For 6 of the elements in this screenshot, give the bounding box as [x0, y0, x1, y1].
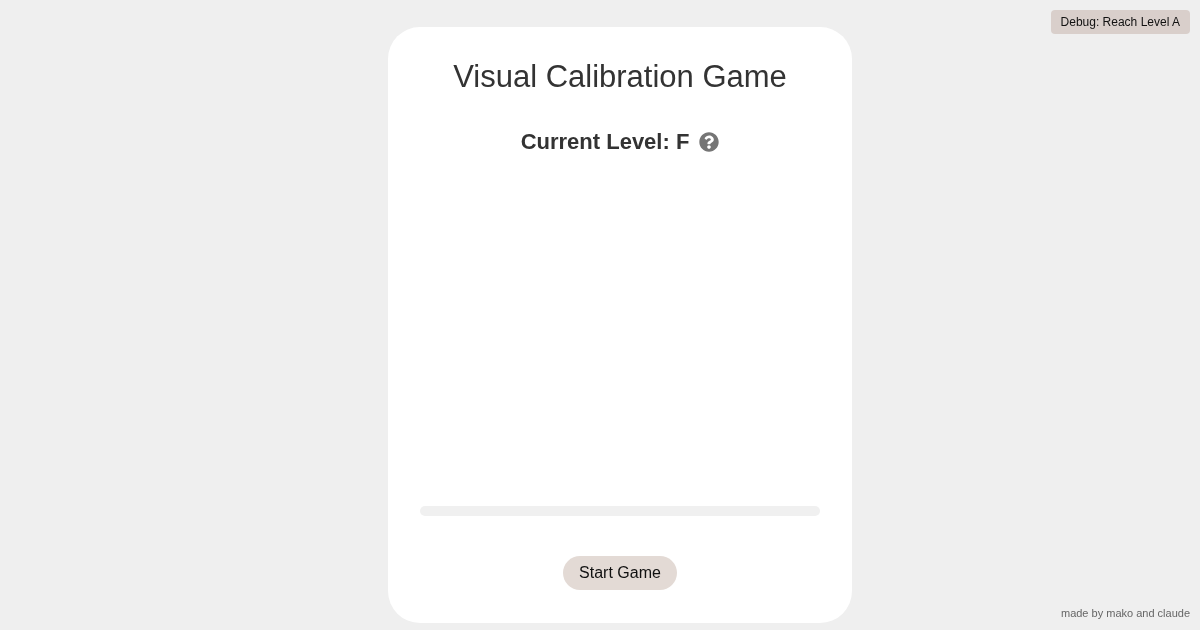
current-level-text: Current Level: F [520, 128, 690, 156]
footer-credit: made by mako and claude [1060, 606, 1190, 620]
game-title: Visual Calibration Game [453, 58, 787, 96]
start-game-button[interactable]: Start Game [563, 556, 677, 590]
debug-button[interactable]: Debug: Reach Level A [1050, 10, 1190, 34]
help-icon[interactable] [699, 132, 720, 152]
